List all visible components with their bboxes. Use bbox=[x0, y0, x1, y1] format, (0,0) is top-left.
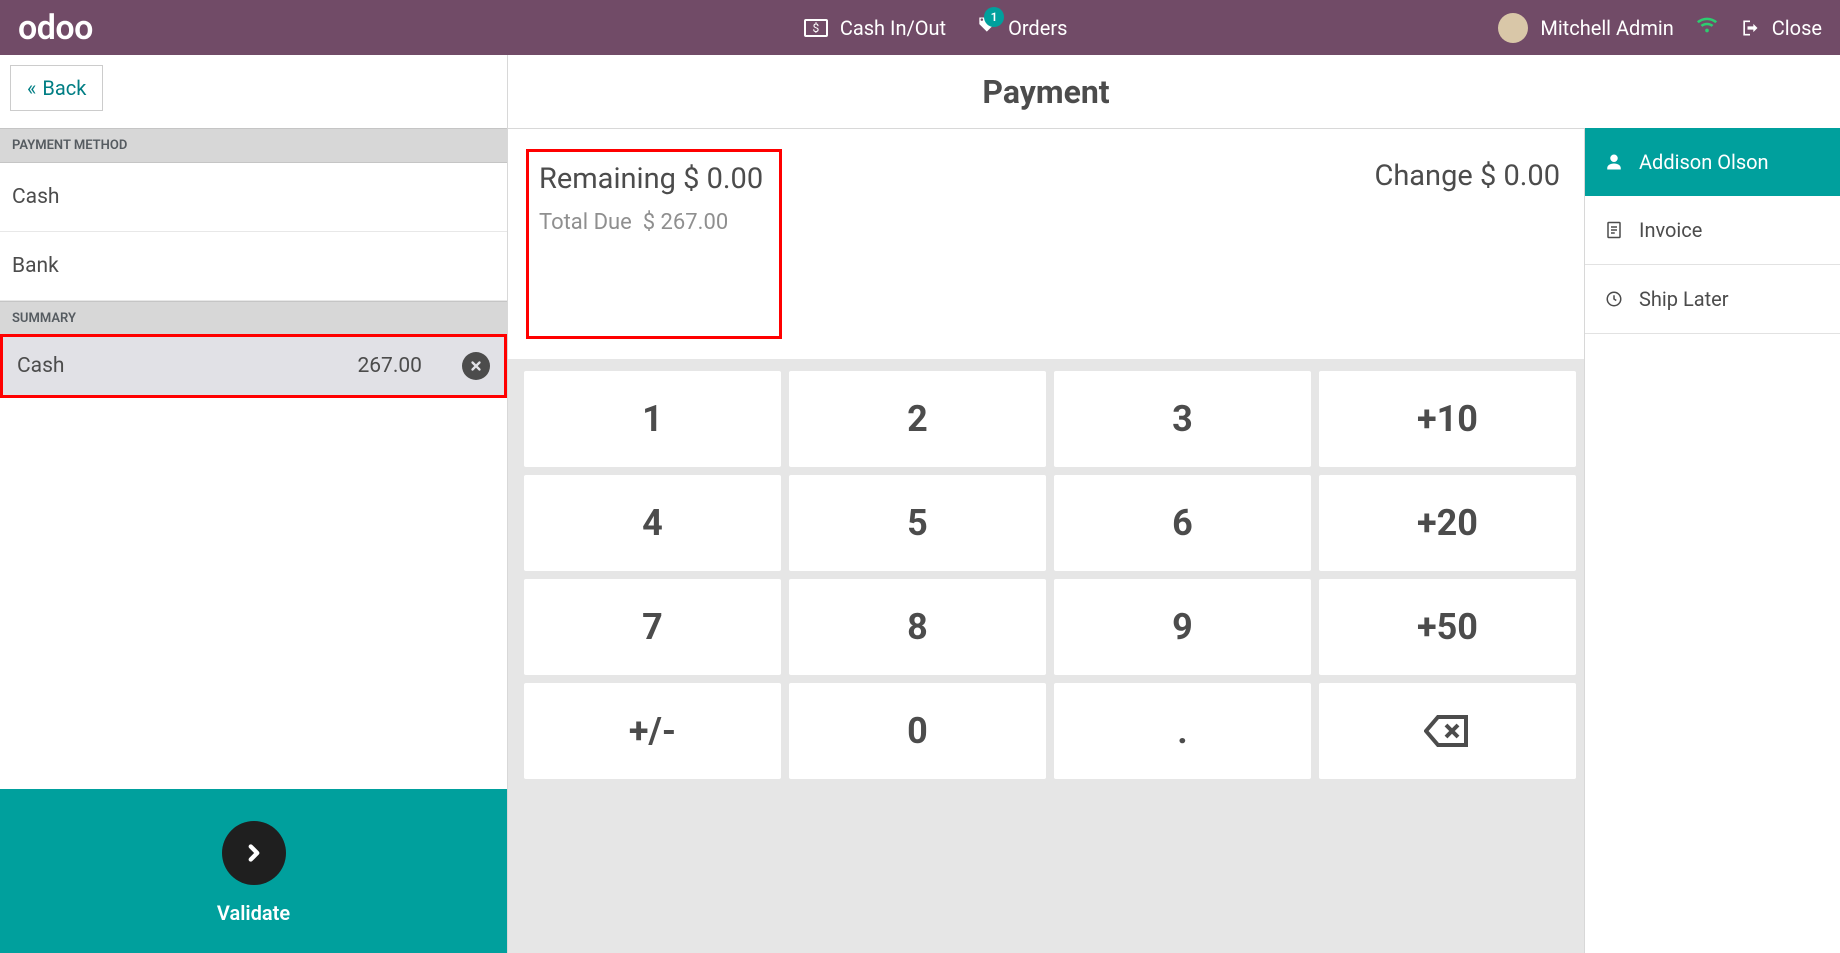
numkey-8[interactable]: 8 bbox=[789, 579, 1046, 675]
left-top-sub: « Back bbox=[0, 55, 507, 128]
content-area: « Back PAYMENT METHOD Cash Bank SUMMARY … bbox=[0, 55, 1840, 953]
payment-method-cash[interactable]: Cash bbox=[0, 163, 507, 232]
clock-icon bbox=[1603, 290, 1625, 308]
change-label: Change bbox=[1374, 159, 1472, 193]
left-spacer bbox=[0, 398, 507, 789]
change-value: $ 0.00 bbox=[1480, 159, 1560, 193]
numkey-5[interactable]: 5 bbox=[789, 475, 1046, 571]
left-pane: « Back PAYMENT METHOD Cash Bank SUMMARY … bbox=[0, 55, 508, 953]
orders-button[interactable]: 1 Orders bbox=[976, 15, 1067, 40]
summary-line[interactable]: Cash 267.00 bbox=[0, 334, 507, 398]
remove-icon bbox=[469, 359, 483, 373]
backspace-icon bbox=[1424, 713, 1472, 749]
brand-logo: odoo bbox=[18, 8, 93, 48]
numpad: 1 2 3 +10 4 5 6 +20 7 8 9 +50 +/- 0 . bbox=[524, 371, 1576, 779]
orders-icon-wrap: 1 bbox=[976, 15, 996, 40]
invoice-icon bbox=[1603, 220, 1625, 240]
numkey-6[interactable]: 6 bbox=[1054, 475, 1311, 571]
cash-in-out-button[interactable]: $ Cash In/Out bbox=[804, 16, 946, 40]
cash-in-out-label: Cash In/Out bbox=[840, 16, 946, 40]
topbar-center-group: $ Cash In/Out 1 Orders bbox=[804, 15, 1068, 40]
ship-later-label: Ship Later bbox=[1639, 287, 1729, 311]
person-icon bbox=[1603, 153, 1625, 171]
total-due-value: $ 267.00 bbox=[643, 210, 728, 235]
validate-label: Validate bbox=[217, 901, 290, 925]
chevron-left-icon: « bbox=[27, 76, 36, 100]
numkey-2[interactable]: 2 bbox=[789, 371, 1046, 467]
customer-button[interactable]: Addison Olson bbox=[1585, 128, 1840, 196]
numkey-plus20[interactable]: +20 bbox=[1319, 475, 1576, 571]
numkey-plus50[interactable]: +50 bbox=[1319, 579, 1576, 675]
avatar bbox=[1498, 13, 1528, 43]
top-bar: odoo $ Cash In/Out 1 Orders Mitchell Adm… bbox=[0, 0, 1840, 55]
orders-badge: 1 bbox=[984, 7, 1004, 27]
close-label: Close bbox=[1772, 16, 1822, 40]
remaining-row: Remaining $ 0.00 bbox=[539, 162, 763, 196]
remaining-value: $ 0.00 bbox=[683, 162, 763, 196]
numkey-1[interactable]: 1 bbox=[524, 371, 781, 467]
numkey-4[interactable]: 4 bbox=[524, 475, 781, 571]
validate-button[interactable]: Validate bbox=[0, 789, 507, 953]
numkey-backspace[interactable] bbox=[1319, 683, 1576, 779]
invoice-button[interactable]: Invoice bbox=[1585, 196, 1840, 265]
numkey-0[interactable]: 0 bbox=[789, 683, 1046, 779]
cash-box-icon: $ bbox=[804, 19, 828, 37]
numkey-plus10[interactable]: +10 bbox=[1319, 371, 1576, 467]
payment-title-row: Payment bbox=[508, 55, 1584, 128]
numkey-plusminus[interactable]: +/- bbox=[524, 683, 781, 779]
change-row: Change $ 0.00 bbox=[1374, 149, 1566, 339]
chevron-right-icon bbox=[241, 840, 267, 866]
orders-label: Orders bbox=[1008, 16, 1067, 40]
center-pane: Payment Remaining $ 0.00 Total Due $ 267… bbox=[508, 55, 1584, 953]
close-button[interactable]: Close bbox=[1740, 16, 1822, 40]
topbar-right-group: Mitchell Admin Close bbox=[1498, 13, 1822, 43]
back-label: Back bbox=[42, 76, 86, 100]
remaining-highlight: Remaining $ 0.00 Total Due $ 267.00 bbox=[526, 149, 782, 339]
payment-method-bank[interactable]: Bank bbox=[0, 232, 507, 301]
total-due-label: Total Due bbox=[539, 210, 632, 235]
user-name-label: Mitchell Admin bbox=[1540, 16, 1673, 40]
summary-method-label: Cash bbox=[17, 354, 65, 378]
remaining-label: Remaining bbox=[539, 162, 676, 196]
numpad-wrap: 1 2 3 +10 4 5 6 +20 7 8 9 +50 +/- 0 . bbox=[508, 359, 1584, 953]
payment-method-header: PAYMENT METHOD bbox=[0, 128, 507, 163]
summary-amount: 267.00 bbox=[357, 354, 422, 378]
numkey-7[interactable]: 7 bbox=[524, 579, 781, 675]
validate-circle-icon bbox=[222, 821, 286, 885]
ship-later-button[interactable]: Ship Later bbox=[1585, 265, 1840, 334]
close-icon bbox=[1740, 18, 1760, 38]
user-menu[interactable]: Mitchell Admin bbox=[1498, 13, 1673, 43]
back-button[interactable]: « Back bbox=[10, 65, 103, 111]
wifi-icon bbox=[1696, 14, 1718, 42]
numkey-dot[interactable]: . bbox=[1054, 683, 1311, 779]
remove-line-button[interactable] bbox=[462, 352, 490, 380]
summary-header: SUMMARY bbox=[0, 301, 507, 336]
right-pane: Addison Olson Invoice Ship Later bbox=[1584, 128, 1840, 953]
total-due-row: Total Due $ 267.00 bbox=[539, 210, 763, 235]
numkey-3[interactable]: 3 bbox=[1054, 371, 1311, 467]
invoice-label: Invoice bbox=[1639, 218, 1702, 242]
payment-title: Payment bbox=[982, 73, 1109, 111]
numkey-9[interactable]: 9 bbox=[1054, 579, 1311, 675]
amounts-box: Remaining $ 0.00 Total Due $ 267.00 Chan… bbox=[508, 129, 1584, 359]
customer-name: Addison Olson bbox=[1639, 150, 1769, 174]
